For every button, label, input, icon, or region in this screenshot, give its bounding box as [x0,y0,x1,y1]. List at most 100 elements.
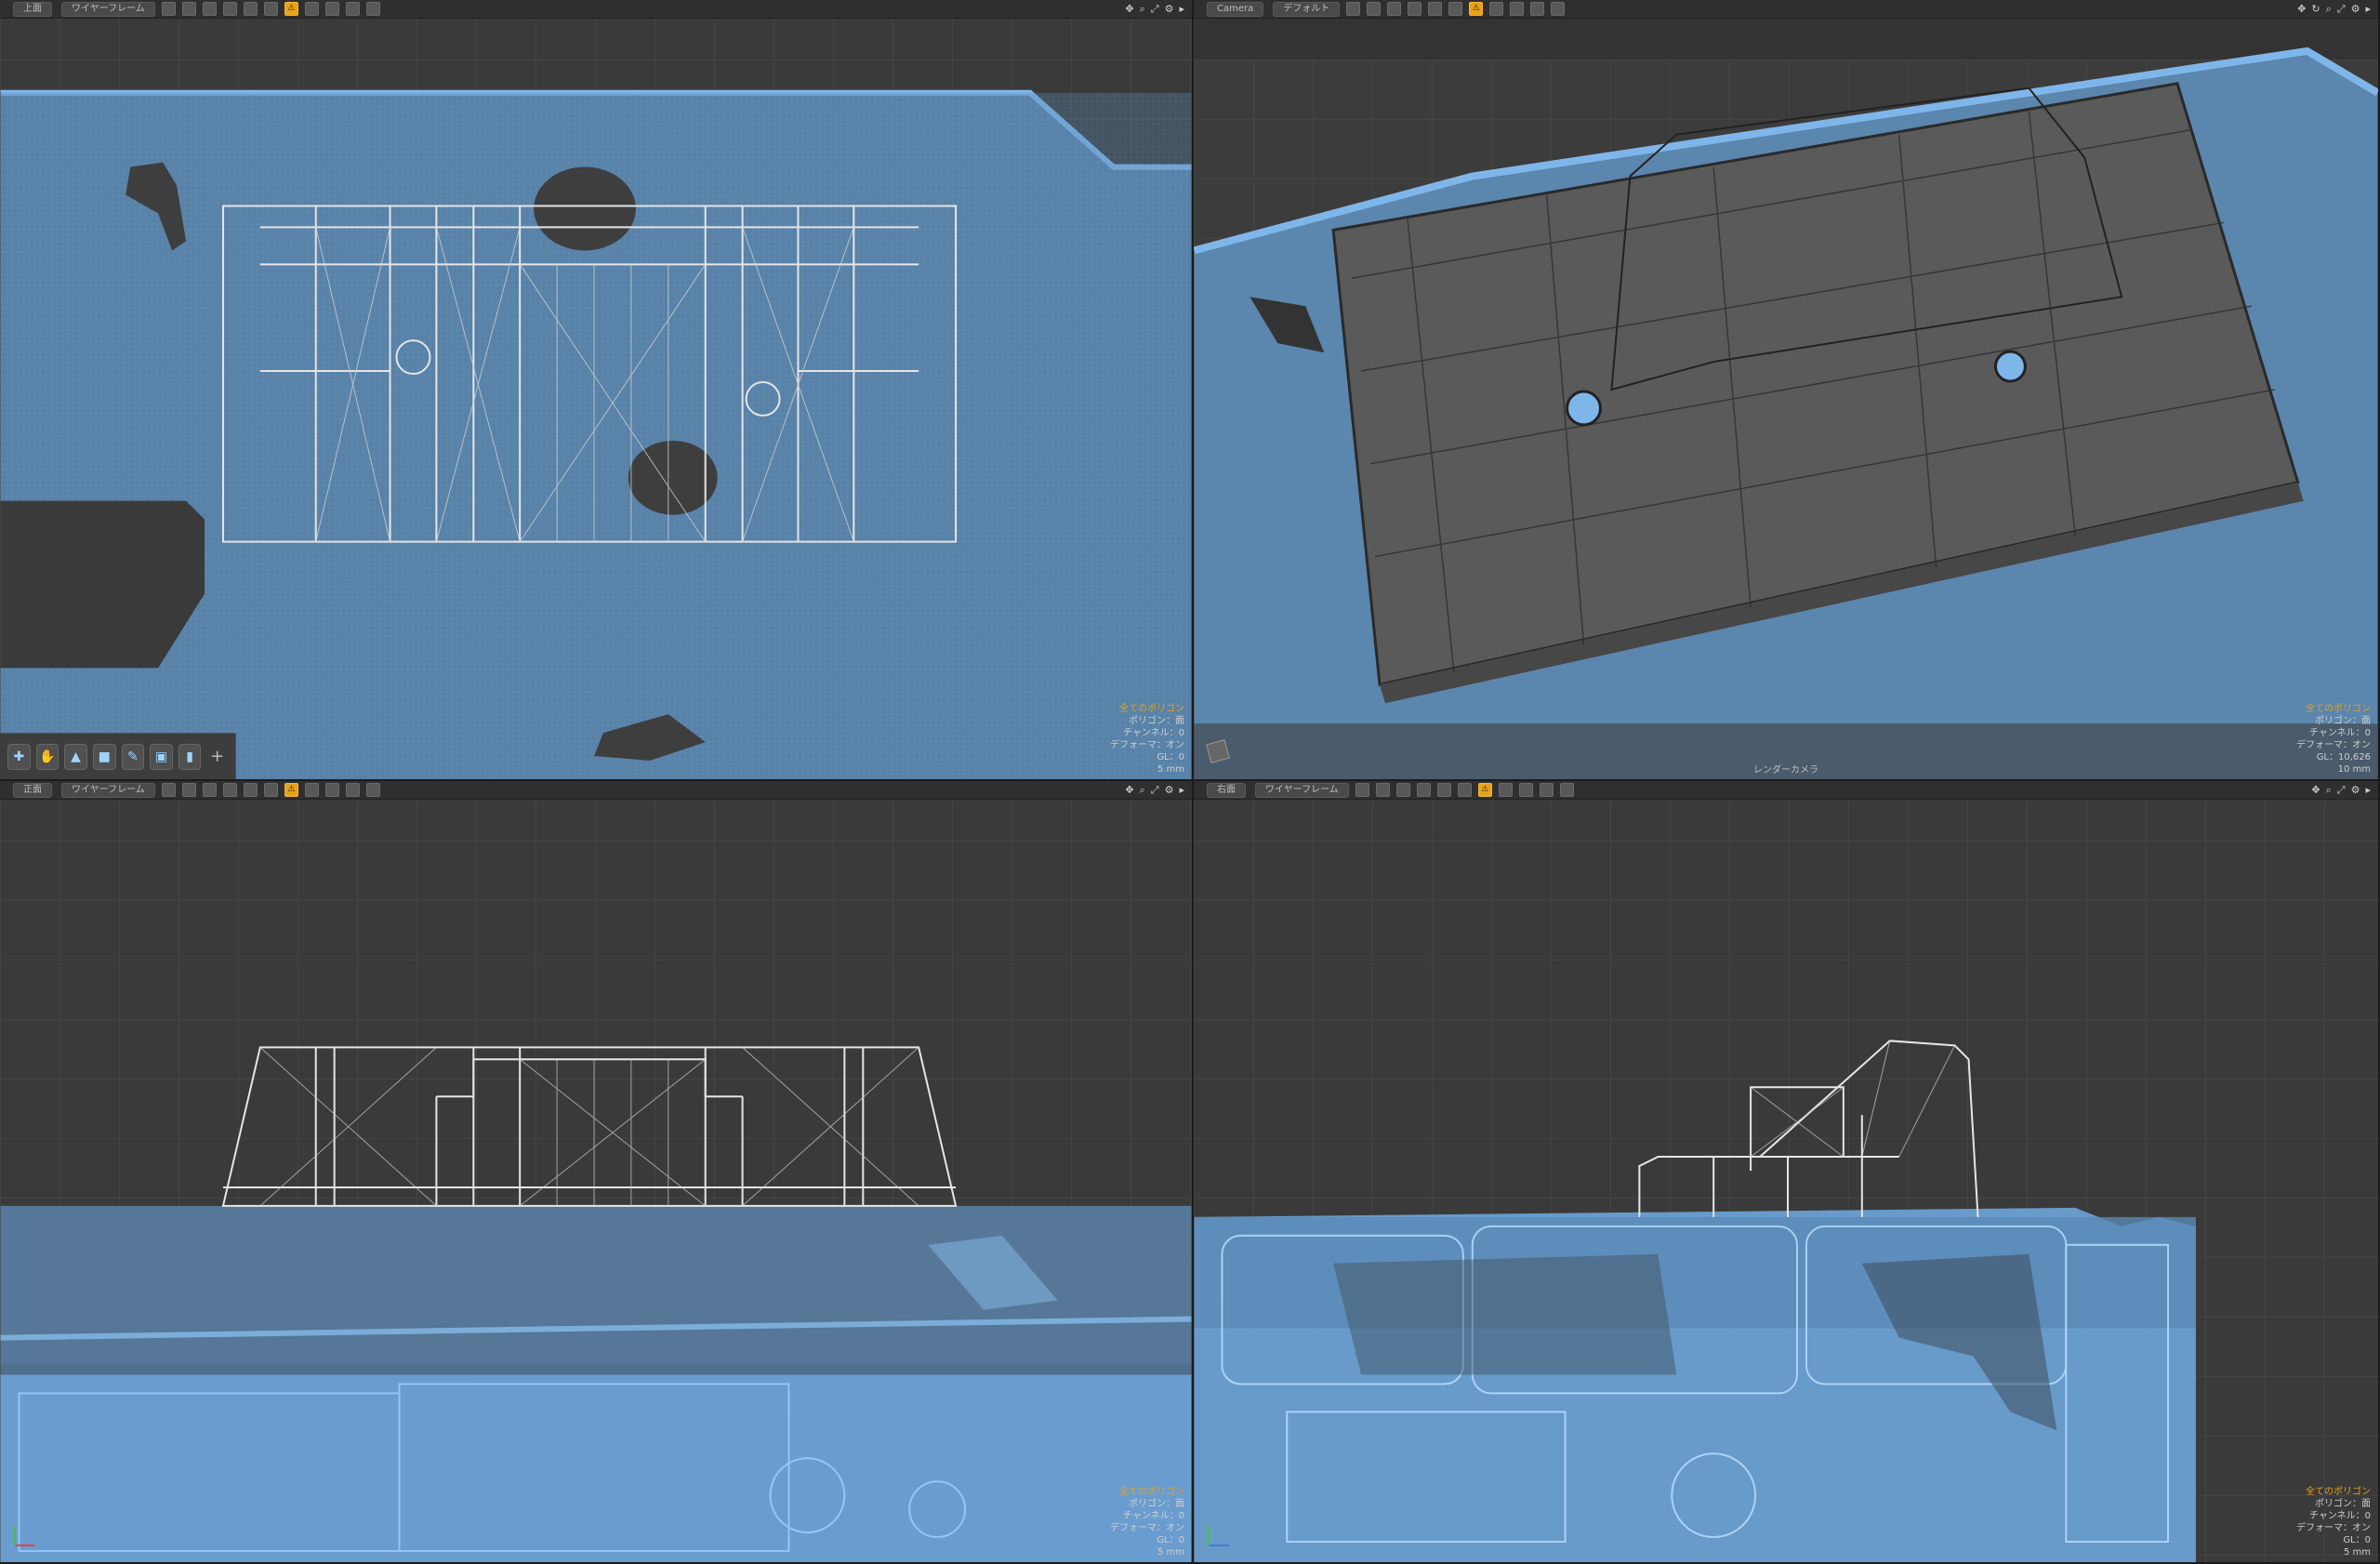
save-icon[interactable] [1539,783,1554,797]
layers-icon[interactable] [222,2,237,16]
move-icon[interactable]: ✥ [1125,3,1133,16]
hand-tool-icon[interactable]: ✋ [35,743,60,770]
active-render-icon[interactable]: ⚠ [284,783,298,797]
front-view-scene [0,1046,1192,1562]
move-icon[interactable]: ✥ [2297,3,2306,16]
nav-controls: ✥ ⌕ ⤢ ⚙ ▸ [2311,784,2371,797]
grid-icon[interactable] [1367,2,1382,16]
fit-icon[interactable]: ⤢ [1151,3,1159,16]
grid-icon[interactable] [1375,783,1390,797]
shading-mode-button[interactable]: ワイヤーフレーム [61,782,155,798]
camera-icon[interactable] [304,2,319,16]
grid-icon[interactable] [161,783,176,797]
expand-icon[interactable] [1551,2,1566,16]
light-icon[interactable] [1448,2,1463,16]
viewport-right[interactable]: 右面 ワイヤーフレーム ⚠ ✥ ⌕ ⤢ ⚙ ▸ 全てのポリゴン ポリゴン：面 チ… [1194,781,2380,1564]
render-camera-label: レンダーカメラ [1753,765,1818,775]
view-mode-button[interactable]: 正面 [13,782,52,798]
sphere-icon[interactable] [243,783,258,797]
grid-icon[interactable] [161,2,176,16]
save-icon[interactable] [1530,2,1545,16]
expand-icon[interactable] [1559,783,1574,797]
nav-controls: ✥ ↻ ⌕ ⤢ ⚙ ▸ [2297,3,2371,16]
fit-icon[interactable]: ⤢ [2337,784,2346,797]
shading-mode-button[interactable]: ワイヤーフレーム [61,1,155,17]
add-tool-icon[interactable]: + [206,745,228,769]
viewport-toolbar: 右面 ワイヤーフレーム ⚠ ✥ ⌕ ⤢ ⚙ ▸ [1194,781,2378,800]
sphere-icon[interactable] [1428,2,1443,16]
grid-icon[interactable] [181,2,196,16]
move-icon[interactable]: ✥ [1125,784,1133,797]
grid-icon[interactable] [1510,2,1525,16]
active-render-icon[interactable]: ⚠ [1469,2,1484,16]
light-icon[interactable] [1457,783,1472,797]
sphere-icon[interactable] [1436,783,1451,797]
top-view-scene [0,89,1192,779]
view-mode-button[interactable]: 上面 [13,1,52,17]
save-icon[interactable] [345,2,360,16]
save-icon[interactable] [345,783,360,797]
grid-icon[interactable] [324,2,339,16]
visibility-icon[interactable] [202,2,217,16]
fit-icon[interactable]: ⤢ [2337,3,2346,16]
visibility-icon[interactable] [202,783,217,797]
grid-icon[interactable] [1518,783,1533,797]
visibility-icon[interactable] [1387,2,1402,16]
viewport-stats: 全てのポリゴン ポリゴン：面 チャンネル：0 デフォーマ：オン GL：10,62… [2296,704,2371,775]
transform-tool-icon[interactable]: ✚ [7,743,31,770]
viewport-top[interactable]: 上面 ワイヤーフレーム ⚠ ✥ ⌕ ⤢ ⚙ ▸ ✚ ✋ ▲ ■ ✎ ▣ ▮ + … [0,0,1194,781]
cube-tool-icon[interactable]: ■ [92,743,116,770]
rotate-icon[interactable]: ↻ [2311,3,2320,16]
gear-icon[interactable]: ⚙ [2351,3,2360,16]
zoom-icon[interactable]: ⌕ [1140,784,1145,797]
gear-icon[interactable]: ⚙ [1165,784,1174,797]
camera-icon[interactable] [1489,2,1504,16]
nav-controls: ✥ ⌕ ⤢ ⚙ ▸ [1125,784,1184,797]
zoom-icon[interactable]: ⌕ [2326,784,2332,797]
grid-icon[interactable] [324,783,339,797]
box-tool-icon[interactable]: ▣ [150,743,173,770]
chevron-right-icon[interactable]: ▸ [1179,784,1184,797]
light-icon[interactable] [263,783,278,797]
grid-icon[interactable] [1355,783,1369,797]
panel-tool-icon[interactable]: ▮ [178,743,202,770]
view-mode-button[interactable]: Camera [1207,1,1264,17]
move-icon[interactable]: ✥ [2311,784,2320,797]
right-view-scene [1194,1040,2196,1562]
active-render-icon[interactable]: ⚠ [1477,783,1492,797]
zoom-icon[interactable]: ⌕ [1140,3,1145,16]
active-render-icon[interactable]: ⚠ [284,2,298,16]
expand-icon[interactable] [365,2,380,16]
chevron-right-icon[interactable]: ▸ [1179,3,1184,16]
camera-icon[interactable] [1498,783,1513,797]
viewport-camera[interactable]: Camera デフォルト ⚠ ✥ ↻ ⌕ ⤢ ⚙ ▸ レンダーカメラ 全てのポリ… [1194,0,2380,781]
view-mode-button[interactable]: 右面 [1207,782,1246,798]
layers-icon[interactable] [222,783,237,797]
tool-palette: ✚ ✋ ▲ ■ ✎ ▣ ▮ + [0,733,236,779]
chevron-right-icon[interactable]: ▸ [2365,3,2371,16]
sphere-icon[interactable] [243,2,258,16]
visibility-icon[interactable] [1395,783,1410,797]
layers-icon[interactable] [1416,783,1431,797]
axis-gizmo-icon [1208,1525,1229,1546]
grid-icon[interactable] [181,783,196,797]
nav-controls: ✥ ⌕ ⤢ ⚙ ▸ [1125,3,1184,16]
light-icon[interactable] [263,2,278,16]
shading-mode-button[interactable]: デフォルト [1273,1,1341,17]
layers-icon[interactable] [1408,2,1422,16]
axis-tool-icon[interactable]: ▲ [64,743,87,770]
gear-icon[interactable]: ⚙ [1165,3,1174,16]
expand-icon[interactable] [365,783,380,797]
shading-mode-button[interactable]: ワイヤーフレーム [1255,782,1349,798]
grid-icon[interactable] [1346,2,1361,16]
gear-icon[interactable]: ⚙ [2351,784,2360,797]
viewport-toolbar: 正面 ワイヤーフレーム ⚠ ✥ ⌕ ⤢ ⚙ ▸ [0,781,1192,800]
viewport-front[interactable]: 正面 ワイヤーフレーム ⚠ ✥ ⌕ ⤢ ⚙ ▸ 全てのポリゴン ポリゴン：面 チ… [0,781,1194,1564]
chevron-right-icon[interactable]: ▸ [2365,784,2371,797]
camera-icon[interactable] [304,783,319,797]
fit-icon[interactable]: ⤢ [1151,784,1159,797]
zoom-icon[interactable]: ⌕ [2326,3,2332,16]
viewport-stats: 全てのポリゴン ポリゴン：面 チャンネル：0 デフォーマ：オン GL：0 5 m… [1110,1487,1184,1557]
brush-tool-icon[interactable]: ✎ [121,743,145,770]
viewport-stats: 全てのポリゴン ポリゴン：面 チャンネル：0 デフォーマ：オン GL：0 5 m… [1110,704,1184,775]
